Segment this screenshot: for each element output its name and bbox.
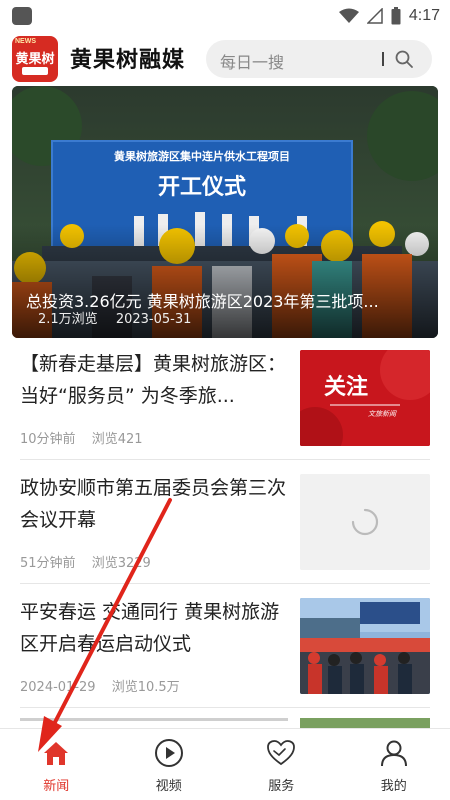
hero-views: 2.1万浏览 [38,312,98,327]
news-thumbnail[interactable]: 关注 文旅新闻 [300,350,430,446]
notification-icon [12,7,32,25]
app-header: NEWS 黄果树 黄果树融媒 每日一搜 [0,32,450,84]
partial-title-hint [20,718,288,721]
search-input[interactable]: 每日一搜 [206,40,432,78]
search-placeholder: 每日一搜 [220,53,285,72]
news-meta: 51分钟前 浏览3229 [20,552,163,571]
news-thumbnail[interactable] [300,474,430,570]
signal-icon [366,8,383,24]
play-circle-icon [154,739,183,767]
news-item[interactable]: 政协安顺市第五届委员会第三次会议开幕 51分钟前 浏览3229 [20,472,430,584]
news-views: 浏览10.5万 [111,680,180,695]
wifi-icon [338,8,359,23]
status-icons: 4:17 [338,4,440,28]
hero-date: 2023-05-31 [115,312,192,327]
news-time: 10分钟前 [20,432,76,447]
tab-video[interactable]: 视频 [113,729,226,800]
tab-mine-label: 我的 [380,779,407,794]
search-icon[interactable] [394,49,414,69]
partial-thumb-hint [300,718,430,728]
battery-icon [391,7,401,25]
tab-news-label: 新闻 [43,779,70,794]
logo-text: 黄果树 [15,52,55,67]
tab-news[interactable]: 新闻 [0,729,113,800]
thumb-guanzhu-subtext: 文旅新闻 [368,410,397,418]
status-bar: 4:17 [0,0,450,32]
news-title[interactable]: 政协安顺市第五届委员会第三次会议开幕 [20,472,288,536]
news-views: 浏览421 [91,432,143,447]
news-item-partial[interactable] [20,718,430,728]
heart-hand-icon [267,740,296,766]
bottom-nav: 新闻 视频 服务 我的 [0,728,450,800]
app-title: 黄果树融媒 [70,48,186,73]
status-time: 4:17 [408,7,440,24]
logo-news-text: NEWS [15,38,36,45]
banner-sign-line2: 开工仪式 [158,175,246,200]
thumb-guanzhu-text: 关注 [324,374,368,400]
news-meta: 10分钟前 浏览421 [20,428,155,447]
logo-badge [22,67,48,75]
search-divider [382,52,384,66]
news-title[interactable]: 平安春运 交通同行 黄果树旅游区开启春运启动仪式 [20,596,288,660]
tab-mine[interactable]: 我的 [338,729,450,800]
app-logo: NEWS 黄果树 [12,36,58,82]
hero-meta: 2.1万浏览 2023-05-31 [38,308,205,327]
news-views: 浏览3229 [91,556,151,571]
news-time: 2024-01-29 [20,680,96,695]
guanzhu-thumbnail-image: 关注 文旅新闻 [300,350,430,446]
loading-spinner-icon [300,474,430,570]
news-title[interactable]: 【新春走基层】黄果树旅游区：当好“服务员” 为冬季旅... [20,348,288,412]
news-meta: 2024-01-29 浏览10.5万 [20,676,192,695]
news-time: 51分钟前 [20,556,76,571]
station-photo-image [300,598,430,694]
tab-service[interactable]: 服务 [225,729,338,800]
news-item[interactable]: 平安春运 交通同行 黄果树旅游区开启春运启动仪式 2024-01-29 浏览10… [20,596,430,708]
news-thumbnail[interactable] [300,598,430,694]
tab-video-label: 视频 [155,779,182,794]
user-icon [380,740,407,767]
banner-sign-line1: 黄果树旅游区集中连片供水工程项目 [114,149,290,163]
news-item[interactable]: 【新春走基层】黄果树旅游区：当好“服务员” 为冬季旅... 10分钟前 浏览42… [20,348,430,460]
tab-service-label: 服务 [268,779,295,794]
home-icon [44,742,69,765]
